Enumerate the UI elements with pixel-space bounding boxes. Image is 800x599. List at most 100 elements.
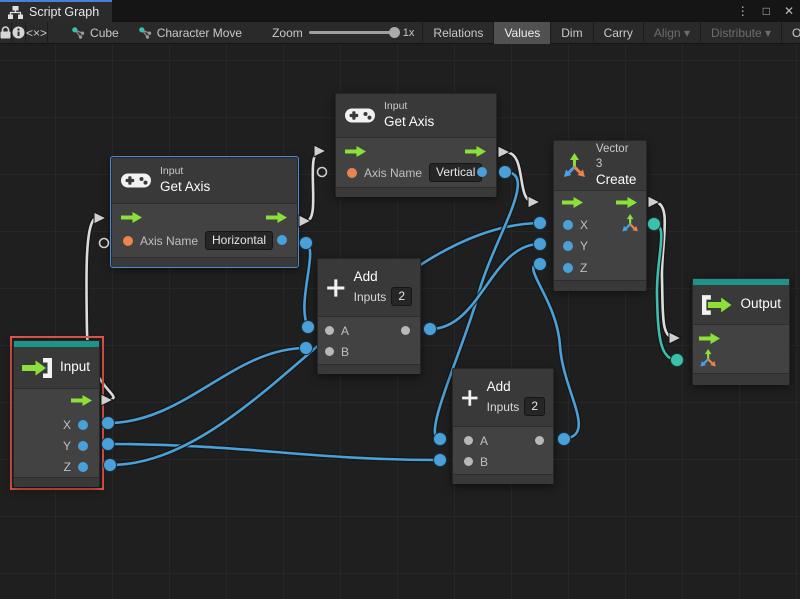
graph-crumb-icon: [139, 27, 152, 39]
vector3-output-port-icon[interactable]: [621, 214, 640, 233]
control-input-port-icon[interactable]: [562, 196, 584, 209]
output-port-z[interactable]: [78, 462, 88, 472]
node-title: Input: [60, 359, 90, 376]
control-output-port-icon[interactable]: [71, 394, 93, 407]
value-output-port[interactable]: [277, 235, 287, 245]
port-x-label: X: [580, 218, 588, 232]
string-input-port[interactable]: [123, 236, 133, 246]
tab-script-graph[interactable]: Script Graph: [0, 0, 112, 22]
vector3-icon: [562, 153, 588, 179]
axis-name-value-field[interactable]: Horizontal: [205, 231, 273, 250]
distribute-dropdown[interactable]: Distribute ▾: [701, 22, 782, 44]
breadcrumb-cube[interactable]: Cube: [62, 26, 129, 40]
control-output-port-icon[interactable]: [266, 211, 288, 224]
inputs-count-field[interactable]: 2: [524, 397, 545, 416]
input-port-a[interactable]: [464, 436, 473, 445]
input-port-b[interactable]: [325, 347, 334, 356]
breadcrumb-character-move[interactable]: Character Move: [129, 26, 252, 40]
breadcrumb-label: Cube: [90, 26, 119, 40]
inspect-button[interactable]: [12, 22, 26, 44]
breadcrumb-label: Character Move: [157, 26, 242, 40]
axis-name-value-field[interactable]: Vertical: [429, 163, 482, 182]
gamepad-icon: [345, 106, 375, 125]
input-port-y[interactable]: [563, 241, 573, 251]
add-icon: [461, 383, 479, 413]
param-label: Axis Name: [140, 234, 198, 248]
tab-title: Script Graph: [29, 5, 99, 19]
node-title: Output: [740, 296, 781, 313]
port-a-label: A: [480, 434, 488, 448]
output-port-y[interactable]: [78, 441, 88, 451]
node-add-1[interactable]: Add Inputs 2 A B: [317, 258, 421, 374]
sum-output-port[interactable]: [401, 326, 410, 335]
input-port-b[interactable]: [464, 457, 473, 466]
values-button[interactable]: Values: [494, 22, 551, 44]
port-y-label: Y: [580, 239, 588, 253]
input-port-a[interactable]: [325, 326, 334, 335]
output-port-x[interactable]: [78, 420, 88, 430]
zoom-label: Zoom: [272, 26, 303, 40]
value-output-port[interactable]: [477, 167, 487, 177]
zoom-slider[interactable]: [309, 31, 397, 34]
maximize-icon[interactable]: □: [763, 5, 770, 17]
param-label: Axis Name: [364, 166, 422, 180]
port-z-label: Z: [64, 460, 71, 474]
port-y-label: Y: [63, 439, 71, 453]
zoom-slider-fill: [309, 31, 395, 34]
control-input-port-icon[interactable]: [699, 332, 721, 345]
gamepad-icon: [121, 171, 151, 190]
graph-crumb-icon: [72, 27, 85, 39]
node-title: Create: [596, 172, 638, 189]
node-title: Get Axis: [160, 179, 210, 196]
node-vector3-create[interactable]: Vector 3 Create X Y Z: [553, 140, 647, 290]
info-icon: [12, 26, 25, 39]
carry-button[interactable]: Carry: [594, 22, 644, 44]
close-icon[interactable]: ✕: [784, 5, 794, 17]
inputs-label: Inputs: [487, 400, 520, 414]
control-input-port-icon[interactable]: [345, 145, 367, 158]
port-z-label: Z: [580, 261, 587, 275]
input-port-x[interactable]: [563, 220, 573, 230]
node-get-axis-horizontal[interactable]: Input Get Axis Axis Name Horizontal: [111, 157, 298, 267]
lock-icon: [0, 26, 11, 39]
window-controls: ⋮ □ ✕: [737, 0, 794, 22]
code-glyph: <×>: [26, 26, 47, 40]
control-output-port-icon[interactable]: [616, 196, 638, 209]
output-icon: [701, 294, 732, 316]
node-category: Input: [384, 100, 434, 114]
node-output[interactable]: Output: [692, 278, 790, 384]
node-get-axis-vertical[interactable]: Input Get Axis Axis Name Vertical: [335, 93, 497, 196]
inputs-count-field[interactable]: 2: [391, 287, 412, 306]
menu-icon[interactable]: ⋮: [737, 5, 749, 17]
input-icon: [21, 357, 53, 379]
string-input-port[interactable]: [347, 168, 357, 178]
overview-button[interactable]: Overv: [782, 22, 800, 44]
input-port-z[interactable]: [563, 263, 573, 273]
control-output-port-icon[interactable]: [465, 145, 487, 158]
node-category: Vector 3: [596, 142, 638, 172]
lock-button[interactable]: [0, 22, 12, 44]
zoom-control: Zoom 1x: [264, 26, 422, 40]
tab-bar: Script Graph ⋮ □ ✕: [0, 0, 800, 22]
port-x-label: X: [63, 418, 71, 432]
control-input-port-icon[interactable]: [121, 211, 143, 224]
node-title: Add: [354, 269, 412, 286]
graph-icon: [8, 6, 23, 19]
node-input[interactable]: Input X Y Z: [13, 340, 100, 486]
align-dropdown[interactable]: Align ▾: [644, 22, 701, 44]
node-title: Get Axis: [384, 114, 434, 131]
vector3-input-port-icon[interactable]: [699, 349, 718, 368]
chevron-down-icon: ▾: [684, 26, 690, 40]
node-title: Add: [487, 379, 545, 396]
unity-script-graph-window: Script Graph ⋮ □ ✕ <×> Cube Character Mo…: [0, 0, 800, 599]
node-category: Input: [160, 165, 210, 179]
sum-output-port[interactable]: [535, 436, 544, 445]
chevron-down-icon: ▾: [765, 26, 771, 40]
inputs-label: Inputs: [354, 290, 387, 304]
code-view-button[interactable]: <×>: [26, 22, 48, 44]
zoom-slider-knob[interactable]: [389, 27, 400, 38]
graph-toolbar: <×> Cube Character Move Zoom 1x Relation…: [0, 22, 800, 44]
dim-button[interactable]: Dim: [551, 22, 593, 44]
relations-button[interactable]: Relations: [422, 22, 494, 44]
node-add-2[interactable]: Add Inputs 2 A B: [452, 368, 554, 484]
